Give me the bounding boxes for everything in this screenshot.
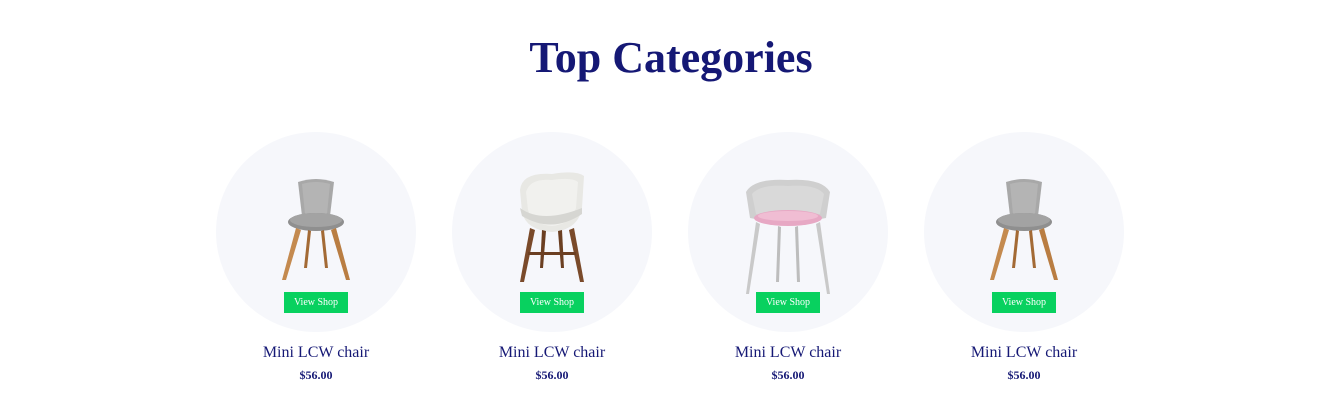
view-shop-button[interactable]: View Shop: [992, 292, 1056, 313]
view-shop-button[interactable]: View Shop: [756, 292, 820, 313]
category-card: View Shop Mini LCW chair $56.00: [924, 132, 1124, 382]
view-shop-button[interactable]: View Shop: [284, 292, 348, 313]
section-title: Top Categories: [529, 33, 813, 82]
product-price: $56.00: [535, 368, 569, 382]
view-shop-button[interactable]: View Shop: [520, 292, 584, 313]
category-card: View Shop Mini LCW chair $56.00: [688, 132, 888, 382]
product-price: $56.00: [1007, 368, 1041, 382]
category-card: View Shop Mini LCW chair $56.00: [452, 132, 652, 382]
chair-image: [520, 172, 584, 282]
product-name[interactable]: Mini LCW chair: [452, 344, 652, 362]
product-image-circle[interactable]: View Shop: [688, 132, 888, 332]
product-price: $56.00: [771, 368, 805, 382]
category-grid: View Shop Mini LCW chair $56.00 View Sho…: [216, 132, 1126, 392]
chair-image: [746, 179, 830, 294]
product-name[interactable]: Mini LCW chair: [688, 344, 888, 362]
product-image-circle[interactable]: View Shop: [216, 132, 416, 332]
product-image-circle[interactable]: View Shop: [924, 132, 1124, 332]
chair-image: [990, 179, 1058, 280]
product-name[interactable]: Mini LCW chair: [216, 344, 416, 362]
category-card: View Shop Mini LCW chair $56.00: [216, 132, 416, 382]
chair-image: [282, 179, 350, 280]
product-name[interactable]: Mini LCW chair: [924, 344, 1124, 362]
product-price: $56.00: [299, 368, 333, 382]
product-image-circle[interactable]: View Shop: [452, 132, 652, 332]
